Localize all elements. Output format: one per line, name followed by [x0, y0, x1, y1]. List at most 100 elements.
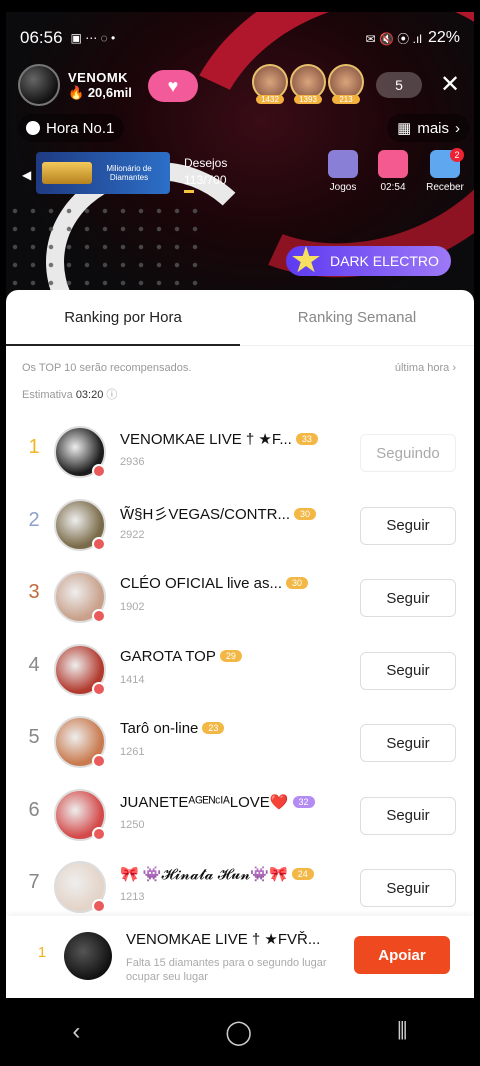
user-avatar[interactable]	[54, 788, 106, 841]
user-score: 1250	[120, 818, 145, 831]
gold-bars-icon	[42, 162, 92, 184]
ranking-row[interactable]: 7 🎀 👾𝓗𝓲𝓷𝓪𝓽𝓪 𝓗𝓾𝓷👾🎀 24 1213 Seguir	[6, 853, 474, 926]
chevron-right-icon: ›	[452, 362, 456, 374]
follow-button[interactable]: Seguir	[360, 796, 456, 835]
level-dot-icon	[92, 754, 106, 768]
event-banner[interactable]: Milionário de Diamantes	[36, 152, 170, 194]
rank-number: 2	[28, 508, 40, 531]
estimate-value: 03:20	[75, 389, 104, 401]
hourly-rank-label: Hora No.1	[46, 119, 115, 137]
home-icon[interactable]: ◯	[225, 1018, 252, 1047]
status-icons-right: ✉ 🔇 ⦿ .ıl	[365, 31, 422, 46]
my-rank-number: 1	[37, 944, 47, 961]
clock-icon	[26, 121, 40, 135]
viewer-avatar[interactable]: 1432	[252, 64, 288, 104]
host-info[interactable]: VENOMK 🔥 20,6mil	[18, 64, 132, 106]
user-name-text: VENOMKAE LIVE † ★F...	[120, 431, 292, 448]
follow-button[interactable]: Seguir	[360, 579, 456, 617]
viewer-avatar[interactable]: 213	[328, 64, 364, 104]
gift-timer-label: 02:54	[380, 182, 406, 193]
viewer-level-tag: 1393	[294, 95, 322, 104]
user-score: 2936	[120, 456, 145, 468]
following-button[interactable]: Seguindo	[360, 434, 456, 472]
ranking-row[interactable]: 4 GAROTA TOP 29 1414 Seguir	[6, 636, 474, 709]
wishes-widget[interactable]: Desejos 113/700	[184, 156, 227, 193]
dark-electro-label: DARK ELECTRO	[330, 253, 439, 269]
viewer-count-button[interactable]: 5	[376, 72, 422, 98]
follow-host-button[interactable]: ♥	[148, 70, 198, 102]
receive-label: Receber	[426, 182, 464, 193]
user-name: CLÉO OFICIAL live as... 30	[120, 575, 309, 592]
user-avatar[interactable]	[54, 571, 106, 623]
user-name: 🎀 👾𝓗𝓲𝓷𝓪𝓽𝓪 𝓗𝓾𝓷👾🎀 24	[120, 865, 314, 883]
banner-prev-icon[interactable]: ◀	[22, 168, 31, 182]
viewer-avatar[interactable]: 1393	[290, 64, 326, 104]
wishes-progress-bar	[184, 190, 194, 193]
top-viewers: 1432 1393 213	[252, 64, 364, 104]
games-label: Jogos	[329, 182, 357, 193]
system-nav-bar: ‹ ◯ ⦀	[0, 998, 480, 1066]
user-level-badge: 29	[219, 649, 242, 662]
user-name: GAROTA TOP 29	[120, 648, 242, 665]
host-avatar[interactable]	[18, 64, 60, 106]
user-avatar[interactable]	[54, 498, 106, 551]
ranking-row[interactable]: 6 JUANETEᴬᴳᴱᴺᶜᴵᴬLOVE❤️ 32 1250 Seguir	[6, 781, 474, 854]
viewer-level-tag: 213	[332, 95, 360, 104]
user-name: W̃§H彡VEGAS/CONTR... 30	[120, 503, 317, 524]
notification-badge: 2	[450, 148, 464, 162]
my-avatar[interactable]	[64, 932, 112, 980]
user-avatar[interactable]	[54, 861, 106, 913]
back-icon[interactable]: ‹	[72, 1018, 80, 1046]
close-icon[interactable]: ✕	[440, 70, 460, 99]
user-score: 1414	[120, 673, 145, 686]
last-hour-link[interactable]: última hora ›	[395, 362, 456, 374]
ranking-row[interactable]: 3 CLÉO OFICIAL live as... 30 1902 Seguir	[6, 563, 474, 636]
support-button[interactable]: Apoiar	[354, 936, 450, 974]
more-label: mais	[417, 119, 449, 137]
user-avatar[interactable]	[54, 643, 106, 696]
user-name: JUANETEᴬᴳᴱᴺᶜᴵᴬLOVE❤️ 32	[120, 793, 315, 811]
user-avatar[interactable]	[54, 716, 106, 768]
user-avatar[interactable]	[54, 426, 106, 478]
receive-button[interactable]: 2 Receber	[420, 148, 470, 193]
ranking-panel: Ranking por Hora Ranking Semanal Os TOP …	[6, 290, 474, 998]
follow-button[interactable]: Seguir	[360, 506, 456, 545]
user-score: 2922	[120, 528, 145, 541]
recents-icon[interactable]: ⦀	[397, 1018, 408, 1046]
info-icon[interactable]: ⓘ	[106, 389, 117, 401]
games-button[interactable]: Jogos	[318, 150, 368, 193]
follow-button[interactable]: Seguir	[360, 651, 456, 690]
dark-electro-badge[interactable]: ★ DARK ELECTRO	[286, 240, 451, 280]
chevron-right-icon: ›	[455, 119, 460, 137]
star-icon: ★	[289, 239, 323, 280]
more-button[interactable]: ▦ mais ›	[387, 114, 470, 142]
user-level-badge: 23	[202, 722, 225, 734]
ranking-row[interactable]: 5 Tarô on-line 23 1261 Seguir	[6, 708, 474, 781]
user-name-text: 🎀 👾𝓗𝓲𝓷𝓪𝓽𝓪 𝓗𝓾𝓷👾🎀	[120, 866, 288, 883]
viewer-level-tag: 1432	[256, 95, 284, 104]
rank-number: 4	[28, 653, 40, 676]
tab-weekly-ranking[interactable]: Ranking Semanal	[240, 290, 474, 345]
ranking-row[interactable]: 1 VENOMKAE LIVE † ★F... 33 2936 Seguindo	[6, 418, 474, 491]
estimate-label: Estimativa	[22, 389, 73, 401]
level-dot-icon	[92, 464, 106, 478]
hourly-rank-pill[interactable]: Hora No.1	[18, 114, 125, 142]
user-name-text: CLÉO OFICIAL live as...	[120, 575, 282, 592]
follow-button[interactable]: Seguir	[360, 724, 456, 762]
tab-hourly-ranking[interactable]: Ranking por Hora	[6, 290, 240, 346]
my-rank-bar: 1 VENOMKAE LIVE † ★FVŘ... Falta 15 diama…	[6, 916, 474, 998]
rank-number: 3	[28, 581, 40, 603]
user-name-text: JUANETEᴬᴳᴱᴺᶜᴵᴬLOVE❤️	[120, 793, 289, 811]
gift-timer-button[interactable]: 02:54	[368, 150, 418, 193]
user-name-text: Tarô on-line	[120, 720, 199, 737]
ranking-row[interactable]: 2 W̃§H彡VEGAS/CONTR... 30 2922 Seguir	[6, 491, 474, 564]
flame-icon: 🔥	[68, 84, 85, 100]
gift-icon	[378, 150, 408, 178]
follow-button[interactable]: Seguir	[360, 869, 456, 907]
rank-number: 5	[28, 726, 40, 748]
status-icons-left: ▣ ⋯ ◌ •	[70, 31, 116, 45]
grid-icon: ▦	[397, 120, 412, 137]
user-level-badge: 30	[294, 507, 317, 520]
host-name: VENOMK	[68, 69, 129, 85]
host-follower-count: 🔥 20,6mil	[68, 84, 132, 100]
